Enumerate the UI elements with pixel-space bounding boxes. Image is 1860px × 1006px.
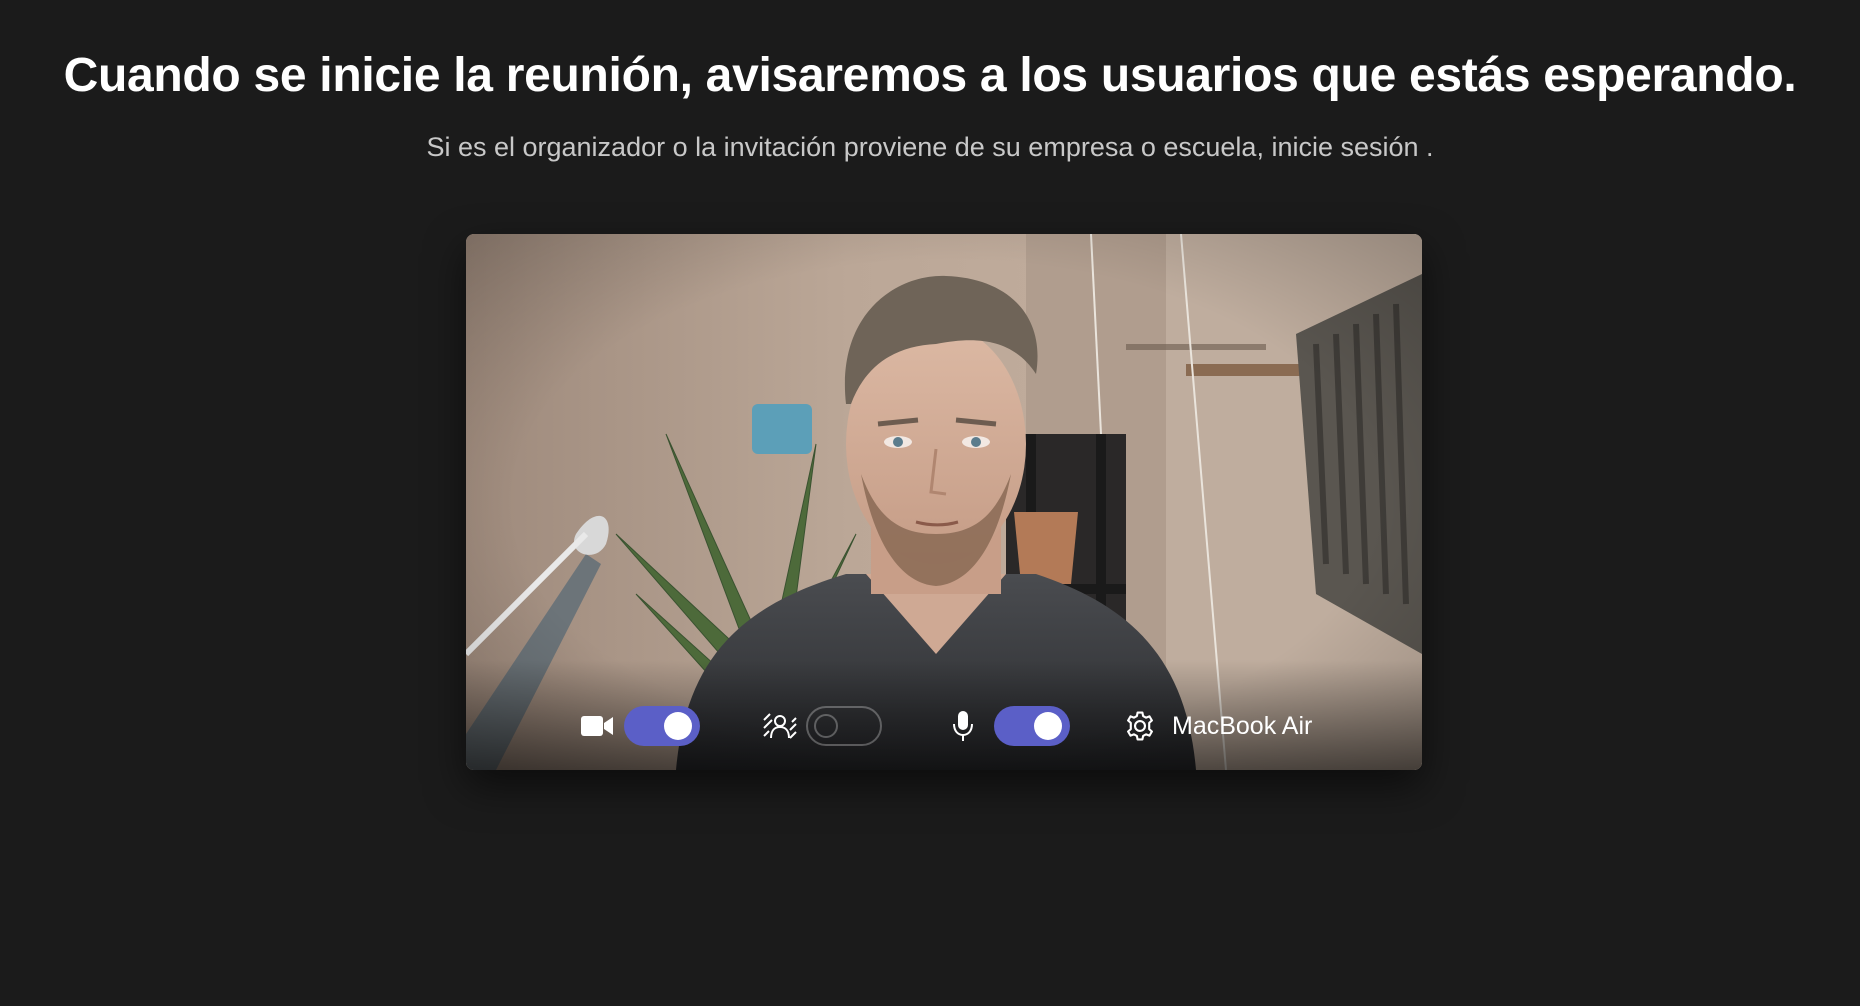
background-effects-toggle[interactable] bbox=[806, 706, 882, 746]
pre-join-screen: Cuando se inicie la reunión, avisaremos … bbox=[0, 0, 1860, 1006]
device-settings-button[interactable]: MacBook Air bbox=[1122, 706, 1312, 746]
microphone-control bbox=[950, 706, 1070, 746]
preview-controls-bar: MacBook Air bbox=[466, 660, 1422, 770]
device-name-label: MacBook Air bbox=[1172, 711, 1313, 740]
gear-icon bbox=[1122, 706, 1158, 746]
microphone-toggle[interactable] bbox=[994, 706, 1070, 746]
sign-in-link[interactable]: inicie sesión bbox=[1271, 132, 1418, 162]
camera-preview: MacBook Air bbox=[466, 234, 1422, 770]
background-blur-icon[interactable] bbox=[762, 706, 798, 746]
background-effects-control bbox=[762, 706, 882, 746]
microphone-icon[interactable] bbox=[950, 706, 976, 746]
video-camera-icon[interactable] bbox=[580, 706, 614, 746]
camera-control bbox=[580, 706, 700, 746]
sign-in-hint-suffix: . bbox=[1418, 132, 1434, 162]
waiting-heading: Cuando se inicie la reunión, avisaremos … bbox=[63, 49, 1797, 102]
camera-toggle[interactable] bbox=[624, 706, 700, 746]
sign-in-hint: Si es el organizador o la invitación pro… bbox=[0, 132, 1860, 163]
sign-in-hint-text: Si es el organizador o la invitación pro… bbox=[426, 132, 1272, 162]
